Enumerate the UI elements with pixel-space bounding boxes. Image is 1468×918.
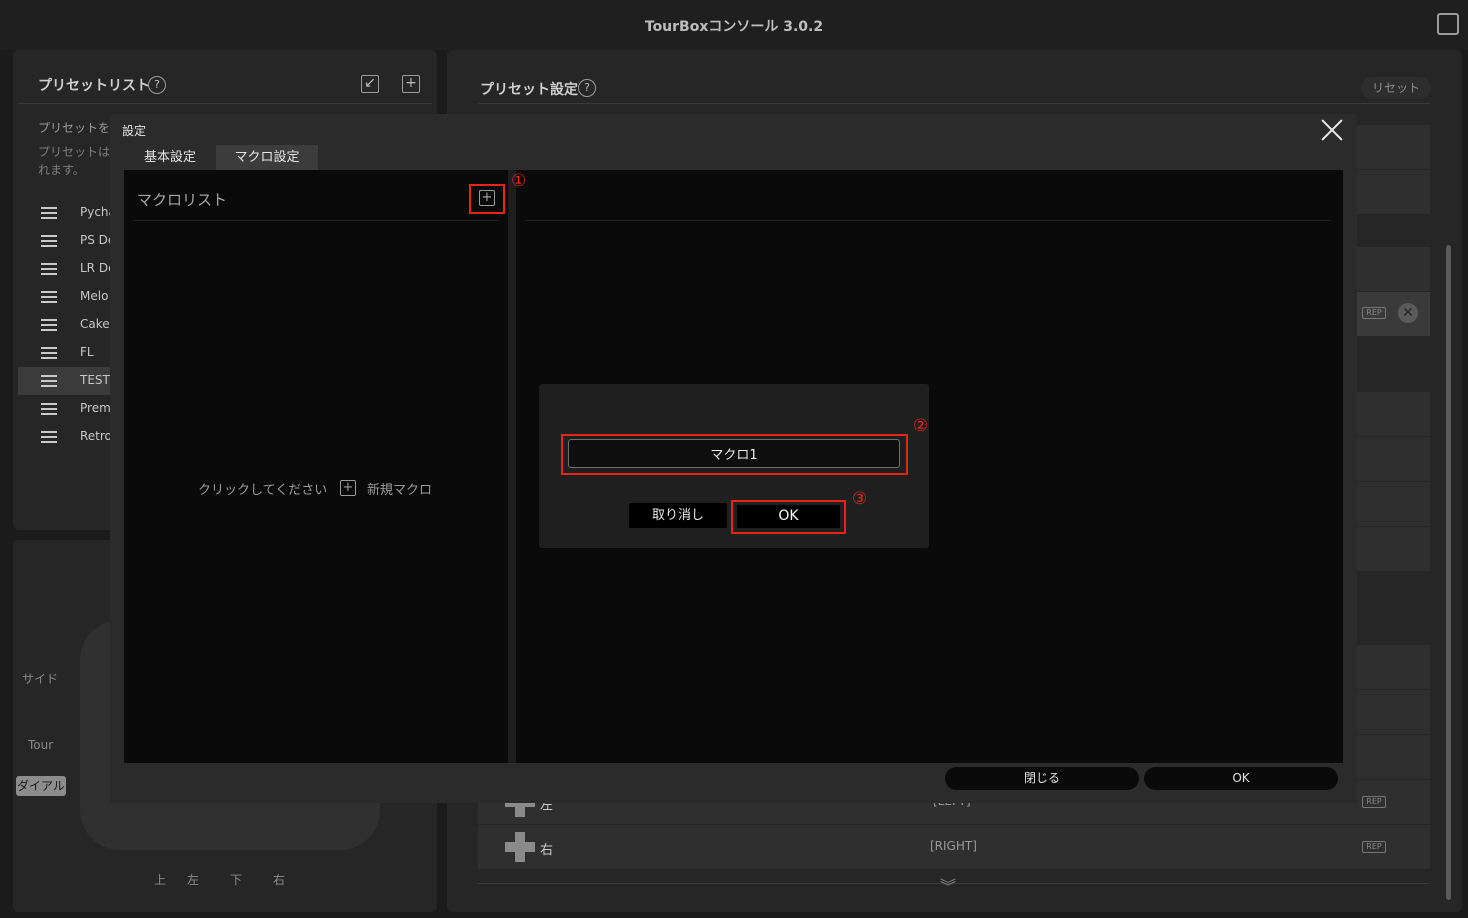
preset-list-title: プリセットリスト: [38, 78, 150, 94]
annotation-marker: ②: [913, 416, 929, 436]
tab-macro-settings[interactable]: マクロ設定: [216, 145, 318, 171]
repeat-badge[interactable]: REP: [1362, 307, 1386, 319]
cancel-button[interactable]: 取り消し: [629, 503, 727, 528]
assigned-key: [RIGHT]: [930, 839, 977, 853]
close-icon[interactable]: [1320, 118, 1344, 142]
dpad-icon: [505, 832, 535, 862]
drag-handle-icon[interactable]: [41, 403, 57, 415]
divider: [134, 220, 499, 221]
device-label-tour[interactable]: Tour: [28, 738, 53, 752]
drag-handle-icon[interactable]: [41, 431, 57, 443]
preset-label: Cake: [80, 317, 110, 331]
device-label-down[interactable]: 下: [230, 871, 242, 888]
tab-basic-settings[interactable]: 基本設定: [124, 145, 216, 171]
preset-settings-title: プリセット設定: [480, 82, 578, 98]
divider: [526, 220, 1331, 221]
drag-handle-icon[interactable]: [41, 291, 57, 303]
hint-new-macro: 新規マクロ: [367, 483, 433, 498]
preset-label: FL: [80, 345, 94, 359]
repeat-badge[interactable]: REP: [1362, 796, 1386, 808]
device-label-side[interactable]: サイド: [22, 670, 58, 687]
macro-list-pane: [124, 170, 508, 763]
preset-description: れます。: [38, 163, 85, 177]
drag-handle-icon[interactable]: [41, 207, 57, 219]
repeat-badge[interactable]: REP: [1362, 841, 1386, 853]
highlight-box: [469, 184, 505, 214]
annotation-marker: ③: [852, 489, 868, 509]
highlight-box: [731, 500, 846, 534]
macro-list-title: マクロリスト: [137, 191, 228, 209]
macro-name-input[interactable]: [568, 439, 900, 468]
divider: [18, 103, 432, 104]
app-title: TourBoxコンソール 3.0.2: [644, 19, 824, 35]
preset-label: TEST: [80, 373, 110, 387]
preset-label: Retro: [80, 429, 112, 443]
import-preset-icon[interactable]: ↙: [361, 75, 379, 93]
device-label-right[interactable]: 右: [273, 871, 285, 888]
remove-icon[interactable]: ✕: [1398, 303, 1418, 323]
close-button[interactable]: 閉じる: [945, 767, 1139, 790]
device-label-left[interactable]: 左: [187, 871, 199, 888]
preset-label: Melo: [80, 289, 109, 303]
divider: [478, 103, 1430, 104]
help-icon[interactable]: ?: [148, 76, 166, 94]
button-name: 右: [540, 843, 554, 858]
hint-text: クリックしてください: [198, 483, 328, 498]
restore-window-icon[interactable]: [1437, 13, 1459, 35]
device-label-dial[interactable]: ダイアル: [16, 776, 66, 796]
drag-handle-icon[interactable]: [41, 375, 57, 387]
annotation-marker: ①: [511, 171, 527, 191]
drag-handle-icon[interactable]: [41, 347, 57, 359]
settings-row-right[interactable]: 右 [RIGHT] REP: [478, 825, 1430, 869]
pane-divider[interactable]: [508, 170, 516, 763]
drag-handle-icon[interactable]: [41, 235, 57, 247]
expand-more-icon[interactable]: ︾: [940, 873, 956, 897]
drag-handle-icon[interactable]: [41, 263, 57, 275]
help-icon[interactable]: ?: [578, 79, 596, 97]
preset-description: プリセットを: [38, 121, 111, 135]
dialog-title: 設定: [122, 124, 147, 138]
device-label-up[interactable]: 上: [154, 871, 166, 888]
ok-button[interactable]: OK: [1144, 767, 1338, 790]
preset-description: プリセットは: [38, 145, 111, 159]
preset-label: Prem: [80, 401, 111, 415]
add-preset-icon[interactable]: +: [402, 75, 420, 93]
drag-handle-icon[interactable]: [41, 319, 57, 331]
plus-icon: +: [340, 480, 356, 496]
scrollbar[interactable]: [1446, 245, 1451, 900]
reset-button[interactable]: リセット: [1361, 77, 1431, 99]
